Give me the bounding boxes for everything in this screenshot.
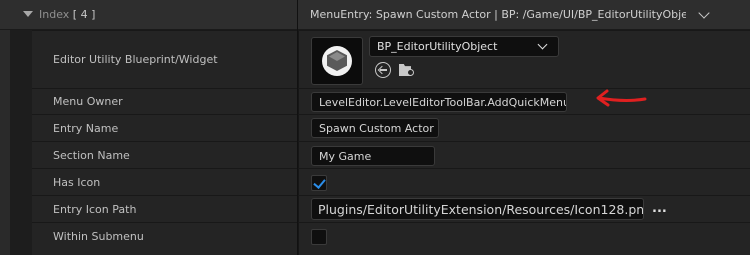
asset-picker-combo[interactable]: BP_EditorUtilityObject [369,36,559,57]
menu-owner-field[interactable]: LevelEditor.LevelEditorToolBar.AddQuickM… [311,92,567,112]
row-label: Has Icon [53,176,101,189]
within-submenu-checkbox[interactable] [311,229,327,245]
lens-shape [407,69,414,76]
row-label: Section Name [53,149,130,162]
section-name-field[interactable]: My Game [311,146,435,166]
entry-summary: MenuEntry: Spawn Custom Actor | BP: /Gam… [310,8,686,21]
chevron-down-icon [537,39,548,50]
index-label: Index [ 4 ] [39,8,95,21]
asset-thumbnail[interactable] [311,37,363,85]
row-label: Menu Owner [53,95,123,108]
row-section-name: Section Name My Game [32,141,750,168]
browse-asset-icon[interactable] [399,62,415,78]
use-selected-icon[interactable] [375,62,391,78]
column-splitter[interactable] [297,0,298,255]
indent-gutter-outer [0,30,10,255]
row-entry-icon-path: Entry Icon Path Plugins/EditorUtilityExt… [32,195,750,222]
expand-arrow-icon[interactable] [23,11,33,17]
array-element-header[interactable]: Index [ 4 ] MenuEntry: Spawn Custom Acto… [0,0,750,30]
chevron-down-icon[interactable] [698,7,710,19]
index-value: [ 4 ] [72,8,96,21]
row-label: Entry Icon Path [53,203,137,216]
row-label: Within Submenu [53,230,144,243]
index-label-text: Index [39,8,70,21]
annotation-arrow-icon [596,89,647,107]
entry-icon-path-field[interactable]: Plugins/EditorUtilityExtension/Resources… [311,198,644,220]
value-column [298,169,750,195]
asset-picker-value: BP_EditorUtilityObject [377,40,498,53]
row-label: Entry Name [53,122,119,135]
row-entry-name: Entry Name Spawn Custom Actor [32,114,750,141]
browse-path-button[interactable]: ... [652,201,667,216]
details-panel: Index [ 4 ] MenuEntry: Spawn Custom Acto… [0,0,750,255]
row-editor-utility-blueprint: Editor Utility Blueprint/Widget BP_Edito… [32,30,750,88]
entry-name-field[interactable]: Spawn Custom Actor [311,118,439,138]
row-within-submenu: Within Submenu [32,222,750,255]
row-has-icon: Has Icon [32,168,750,195]
row-label: Editor Utility Blueprint/Widget [53,53,218,66]
value-column [298,223,750,255]
indent-gutter-inner [10,30,32,255]
has-icon-checkbox[interactable] [311,175,327,191]
